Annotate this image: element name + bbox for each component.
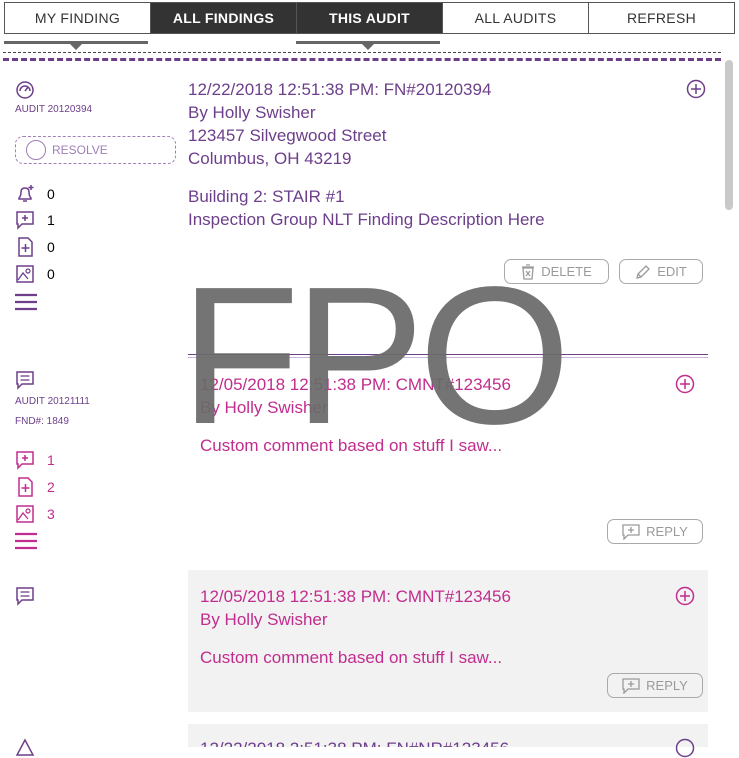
next-entry-panel: 12/22/2018 2:51:38 PM: FN#NR#123456 — [188, 724, 708, 747]
plus-circle-icon[interactable] — [675, 586, 695, 606]
tab-this-audit[interactable]: THIS AUDIT — [297, 3, 443, 33]
finding-address-line2: Columbus, OH 43219 — [188, 149, 352, 168]
comment-header: 12/05/2018 12:51:38 PM: CMNT#123456 — [200, 587, 511, 606]
audit-label: AUDIT 20120394 — [15, 104, 93, 115]
plus-circle-icon[interactable] — [686, 79, 706, 99]
document-count: 0 — [47, 239, 55, 255]
comment-details: 12/05/2018 12:51:38 PM: CMNT#123456 By H… — [200, 585, 511, 669]
comment-plus-icon — [622, 677, 640, 694]
fpo-overlay: FPO — [180, 246, 571, 465]
reply-label: REPLY — [646, 524, 688, 539]
comment-author: By Holly Swisher — [200, 610, 328, 629]
tab-refresh[interactable]: REFRESH — [589, 3, 734, 33]
plus-circle-icon[interactable] — [675, 738, 695, 758]
photo-count: 3 — [47, 506, 55, 522]
finding-location: Building 2: STAIR #1 — [188, 187, 345, 206]
document-plus-icon[interactable] — [15, 477, 35, 497]
reply-button[interactable]: REPLY — [607, 519, 703, 544]
comment-text: Custom comment based on stuff I saw... — [200, 648, 503, 667]
comment-finding-label: FND#: 1849 — [15, 416, 69, 427]
divider — [3, 52, 721, 53]
resolve-button[interactable]: RESOLVE — [15, 136, 176, 164]
next-entry-header: 12/22/2018 2:51:38 PM: FN#NR#123456 — [200, 739, 509, 747]
comment-icon — [16, 371, 34, 390]
edit-button[interactable]: EDIT — [619, 259, 703, 284]
circle-icon — [26, 140, 46, 160]
finding-address-line1: 123457 Silvegwood Street — [188, 126, 387, 145]
divider-purple — [3, 58, 721, 61]
tab-my-finding[interactable]: MY FINDING — [5, 3, 151, 33]
finding-details: 12/22/2018 12:51:38 PM: FN#20120394 By H… — [188, 78, 545, 231]
menu-icon[interactable] — [15, 292, 37, 312]
menu-icon[interactable] — [15, 531, 37, 551]
pencil-icon — [636, 264, 651, 279]
gauge-icon — [16, 81, 34, 99]
reply-label: REPLY — [646, 678, 688, 693]
comment-plus-icon — [622, 523, 640, 540]
alert-icon — [15, 738, 35, 756]
document-count: 2 — [47, 479, 55, 495]
photo-icon[interactable] — [15, 264, 35, 284]
comment-audit-label: AUDIT 20121111 — [15, 396, 90, 407]
tab-all-findings[interactable]: ALL FINDINGS — [151, 3, 297, 33]
scrollbar-thumb[interactable] — [725, 60, 733, 210]
comment-count: 1 — [47, 452, 55, 468]
bell-plus-icon[interactable] — [15, 184, 35, 204]
comment-plus-icon[interactable] — [15, 450, 35, 470]
resolve-label: RESOLVE — [52, 143, 108, 157]
comment-count: 1 — [47, 212, 55, 228]
tab-all-audits[interactable]: ALL AUDITS — [443, 3, 589, 33]
reply-button[interactable]: REPLY — [607, 673, 703, 698]
finding-author: By Holly Swisher — [188, 103, 316, 122]
finding-header: 12/22/2018 12:51:38 PM: FN#20120394 — [188, 80, 492, 99]
notification-count: 0 — [47, 186, 55, 202]
scrollbar[interactable] — [722, 52, 736, 747]
tab-bar: MY FINDING ALL FINDINGS THIS AUDIT ALL A… — [4, 2, 735, 34]
tab-indicator-this-audit — [296, 41, 440, 50]
finding-description: Inspection Group NLT Finding Description… — [188, 210, 545, 229]
comment-plus-icon[interactable] — [15, 210, 35, 230]
comment-icon — [16, 587, 34, 606]
photo-icon[interactable] — [15, 504, 35, 524]
tab-indicator-my-finding — [4, 41, 148, 50]
photo-count: 0 — [47, 266, 55, 282]
plus-circle-icon[interactable] — [675, 374, 695, 394]
edit-label: EDIT — [657, 264, 687, 279]
document-plus-icon[interactable] — [15, 237, 35, 257]
